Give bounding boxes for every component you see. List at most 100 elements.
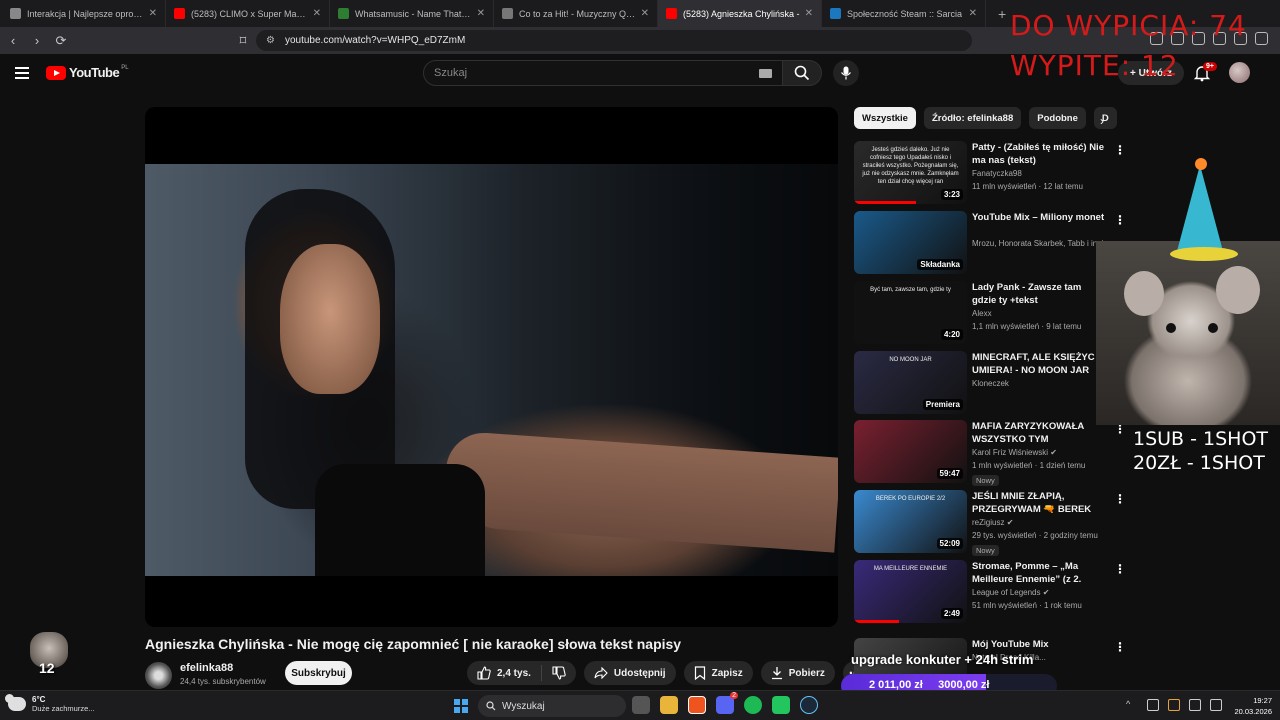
video-thumbnail[interactable]: 59:47 <box>854 420 967 483</box>
account-avatar[interactable] <box>1229 62 1250 83</box>
subscribe-button[interactable]: Subskrybuj <box>285 661 352 685</box>
chevron-right-icon[interactable]: › <box>1100 114 1104 128</box>
filter-chip[interactable]: Źródło: efelinka88 <box>923 107 1022 129</box>
like-button[interactable]: 2,4 tys. <box>467 665 542 681</box>
recommended-title[interactable]: Mój YouTube Mix <box>972 638 1106 651</box>
recommended-meta: 1 mln wyświetleń · 1 dzień temu <box>972 461 1086 470</box>
recommended-video[interactable]: Jesteś gdzieś daleko. Już nie cofniesz t… <box>854 141 1130 206</box>
close-icon[interactable]: ✕ <box>805 8 813 19</box>
close-icon[interactable]: ✕ <box>313 8 321 19</box>
forward-icon[interactable]: › <box>26 30 48 52</box>
dislike-button[interactable] <box>542 666 576 680</box>
browser-tab[interactable]: Co to za Hit! - Muzyczny Quiz Hip-H ✕ <box>494 0 658 27</box>
channel-avatar[interactable] <box>145 662 172 689</box>
voice-search-button[interactable] <box>833 60 859 86</box>
donation-goal-title: upgrade konkuter + 24h strim <box>851 652 1034 667</box>
more-options-icon[interactable]: ⋮ <box>1114 213 1126 227</box>
recommended-title[interactable]: MAFIA ZARYZYKOWAŁA WSZYSTKO TYM KŁAMSTWE… <box>972 420 1106 447</box>
discord-icon[interactable]: 2 <box>716 692 738 714</box>
recommended-meta: 51 mln wyświetleń · 1 rok temu <box>972 601 1082 610</box>
recommended-video[interactable]: 59:47 MAFIA ZARYZYKOWAŁA WSZYSTKO TYM KŁA… <box>854 420 1130 486</box>
download-button[interactable]: Pobierz <box>760 661 835 685</box>
video-duration: 59:47 <box>936 468 963 479</box>
reload-icon[interactable]: ⟳ <box>50 30 72 52</box>
more-options-icon[interactable]: ⋮ <box>1114 562 1126 576</box>
microphone-icon[interactable] <box>1168 699 1180 711</box>
close-icon[interactable]: ✕ <box>149 8 157 19</box>
browser-tab[interactable]: (5283) CLIMO x Super Mario - 67 (Or ✕ <box>166 0 330 27</box>
volume-icon[interactable] <box>1210 699 1222 711</box>
video-thumbnail[interactable]: Składanka <box>854 211 967 274</box>
taskbar-search[interactable]: Wyszukaj <box>478 695 626 717</box>
recommended-channel[interactable]: League of Legends ✔ <box>972 588 1122 597</box>
share-icon <box>594 667 608 679</box>
share-button[interactable]: Udostępnij <box>583 661 676 685</box>
recommended-title[interactable]: Lady Pank - Zawsze tam gdzie ty +tekst <box>972 281 1106 307</box>
browser-tab[interactable]: Whatsamusic - Name That Tune, Gue ✕ <box>330 0 494 27</box>
tab-favicon-icon <box>830 8 841 19</box>
video-duration: 2:49 <box>940 608 963 619</box>
cloud-icon <box>5 694 26 711</box>
file-explorer-icon[interactable] <box>660 696 678 714</box>
video-thumbnail[interactable]: NO MOON JAR Premiera <box>854 351 967 414</box>
weather-widget[interactable]: 6°C Duże zachmurze... <box>5 694 95 713</box>
tab-title: (5283) CLIMO x Super Mario - 67 (Or <box>191 8 308 19</box>
close-icon[interactable]: ✕ <box>477 8 485 19</box>
channel-name[interactable]: efelinka88 <box>180 662 233 674</box>
browser-tab[interactable]: Interakcja | Najlepsze oprogramowanie ✕ <box>2 0 166 27</box>
taskbar-clock[interactable]: 19:27 20.03.2026 <box>1234 695 1272 717</box>
chevron-up-icon[interactable]: ^ <box>1126 699 1138 711</box>
recommended-title[interactable]: MINECRAFT, ALE KSIĘŻYC UMIERA! - NO MOON… <box>972 351 1106 377</box>
search-input[interactable] <box>424 61 724 85</box>
steam-icon[interactable] <box>800 696 818 714</box>
recommended-meta: 11 mln wyświetleń · 12 lat temu <box>972 182 1084 191</box>
recommended-video[interactable]: Być tam, zawsze tam, gdzie ty 4:20 Lady Pa… <box>854 281 1130 346</box>
brave-browser-icon[interactable] <box>688 696 706 714</box>
search-button[interactable] <box>782 60 822 86</box>
video-duration: 3:23 <box>940 189 963 200</box>
recommended-channel[interactable]: Fanatyczka98 <box>972 169 1122 178</box>
close-icon[interactable]: ✕ <box>969 8 977 19</box>
app-icon[interactable] <box>772 696 790 714</box>
video-player[interactable] <box>145 107 838 627</box>
tray-app-icon[interactable] <box>1147 699 1159 711</box>
keyboard-icon[interactable] <box>759 69 772 78</box>
filter-chip[interactable]: Wszystkie <box>854 107 916 129</box>
filter-chip[interactable]: Podobne <box>1029 107 1086 129</box>
recommended-video[interactable]: NO MOON JAR Premiera MINECRAFT, ALE KSIĘŻY… <box>854 351 1130 416</box>
bookmark-icon[interactable]: ⌑ <box>232 30 254 52</box>
more-options-icon[interactable]: ⋮ <box>1114 143 1126 157</box>
browser-tab[interactable]: Społeczność Steam :: Sarcia ✕ <box>822 0 986 27</box>
recommended-title[interactable]: Patty - (Zabiłeś tę miłość) Nie ma nas (… <box>972 141 1106 167</box>
menu-icon[interactable] <box>15 67 29 79</box>
recommended-video[interactable]: BEREK PO EUROPIE 2/2 52:09 JEŚLI MNIE ZŁAP… <box>854 490 1130 556</box>
recommended-title[interactable]: JEŚLI MNIE ZŁAPIĄ, PRZEGRYWAM 🔫 BEREK PO… <box>972 490 1106 517</box>
filter-chip[interactable]: D <box>1093 107 1117 129</box>
windows-start-icon[interactable] <box>454 699 468 713</box>
spotify-icon[interactable] <box>744 696 762 714</box>
thumbs-up-icon <box>477 666 491 680</box>
youtube-logo[interactable]: YouTube PL <box>46 65 129 80</box>
site-info-icon[interactable]: ⚙ <box>266 35 275 46</box>
recommended-video[interactable]: MA MEILLEURE ENNEMIE 2:49 Stromae, Pomme –… <box>854 560 1130 625</box>
recommended-video[interactable]: Składanka YouTube Mix – Miliony monet Mroz… <box>854 211 1130 276</box>
display-icon[interactable] <box>1189 699 1201 711</box>
video-thumbnail[interactable]: MA MEILLEURE ENNEMIE 2:49 <box>854 560 967 623</box>
address-bar[interactable]: ⚙ youtube.com/watch?v=WHPQ_eD7ZmM <box>256 30 972 51</box>
more-options-icon[interactable]: ⋮ <box>1114 492 1126 506</box>
browser-tab[interactable]: (5283) Agnieszka Chylińska - ✕ <box>658 0 822 27</box>
recommended-channel[interactable]: reZigiusz ✔ <box>972 518 1122 527</box>
video-thumbnail[interactable]: Jesteś gdzieś daleko. Już nie cofniesz t… <box>854 141 967 204</box>
task-view-icon[interactable] <box>632 696 650 714</box>
close-icon[interactable]: ✕ <box>641 8 649 19</box>
more-options-icon[interactable]: ⋮ <box>1114 640 1126 654</box>
video-thumbnail[interactable]: BEREK PO EUROPIE 2/2 52:09 <box>854 490 967 553</box>
video-thumbnail[interactable]: Być tam, zawsze tam, gdzie ty 4:20 <box>854 281 967 344</box>
recommended-title[interactable]: YouTube Mix – Miliony monet <box>972 211 1106 224</box>
video-duration: 4:20 <box>940 329 963 340</box>
save-button[interactable]: Zapisz <box>683 661 753 685</box>
recommended-channel[interactable]: Karol Friz Wiśniewski ✔ <box>972 448 1122 457</box>
recommended-title[interactable]: Stromae, Pomme – „Ma Meilleure Ennemie” … <box>972 560 1106 587</box>
menu-icon[interactable] <box>1255 32 1268 45</box>
back-icon[interactable]: ‹ <box>2 30 24 52</box>
